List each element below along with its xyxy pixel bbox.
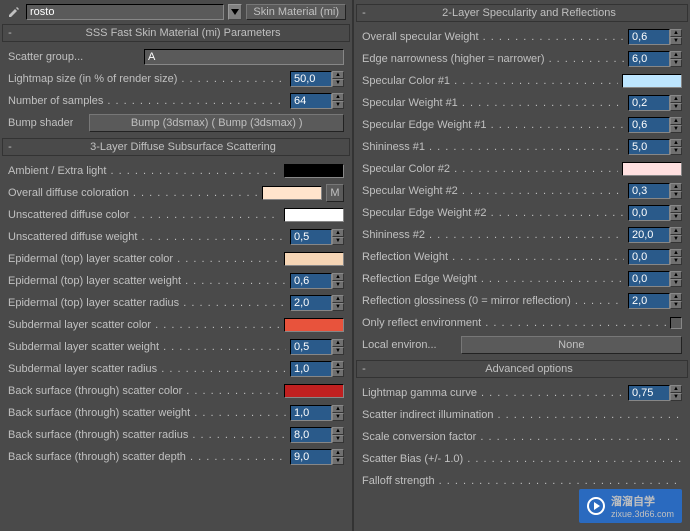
epi-color-swatch[interactable] [284,252,344,266]
watermark: 溜溜自学 zixue.3d66.com [579,489,682,523]
name-dropdown-icon[interactable] [228,4,242,20]
spec-color1-swatch[interactable] [622,74,682,88]
refl-gloss-spinner[interactable]: ▲▼ [628,293,682,309]
bump-shader-label: Bump shader [8,117,73,129]
scatter-group-label: Scatter group... [8,51,140,63]
sub-weight-spinner[interactable]: ▲▼ [290,339,344,355]
sub-radius-spinner[interactable]: ▲▼ [290,361,344,377]
unscattered-weight-spinner[interactable]: ▲▼ [290,229,344,245]
spec-color2-swatch[interactable] [622,162,682,176]
section-2layer[interactable]: - 2-Layer Specularity and Reflections [356,4,688,22]
section-advanced[interactable]: - Advanced options [356,360,688,378]
gamma-spinner[interactable]: ▲▼ [628,385,682,401]
collapse-icon[interactable]: - [357,7,371,19]
eyedropper-icon[interactable] [6,4,22,20]
back-radius-spinner[interactable]: ▲▼ [290,427,344,443]
local-environ-button[interactable]: None [461,336,682,354]
back-weight-spinner[interactable]: ▲▼ [290,405,344,421]
lightmap-size-spinner[interactable]: ▲▼ [290,71,344,87]
sub-color-swatch[interactable] [284,318,344,332]
back-depth-spinner[interactable]: ▲▼ [290,449,344,465]
only-reflect-checkbox[interactable] [670,317,682,329]
collapse-icon[interactable]: - [3,141,17,153]
bump-shader-button[interactable]: Bump (3dsmax) ( Bump (3dsmax) ) [89,114,344,132]
shininess2-spinner[interactable]: ▲▼ [628,227,682,243]
spin-down-icon: ▼ [332,79,344,87]
section-sss-params[interactable]: - SSS Fast Skin Material (mi) Parameters [2,24,350,42]
spec-weight1-spinner[interactable]: ▲▼ [628,95,682,111]
spec-edge1-spinner[interactable]: ▲▼ [628,117,682,133]
material-name-input[interactable] [26,4,224,20]
play-icon [587,497,605,515]
spec-edge2-spinner[interactable]: ▲▼ [628,205,682,221]
ambient-swatch[interactable] [284,164,344,178]
epi-weight-spinner[interactable]: ▲▼ [290,273,344,289]
collapse-icon[interactable]: - [357,363,371,375]
overall-spec-spinner[interactable]: ▲▼ [628,29,682,45]
refl-edge-spinner[interactable]: ▲▼ [628,271,682,287]
overall-diffuse-swatch[interactable] [262,186,322,200]
num-samples-spinner[interactable]: ▲▼ [290,93,344,109]
num-samples-label: Number of samples [8,95,286,107]
unscattered-color-swatch[interactable] [284,208,344,222]
scatter-group-input[interactable] [144,49,344,65]
edge-narrow-spinner[interactable]: ▲▼ [628,51,682,67]
spec-weight2-spinner[interactable]: ▲▼ [628,183,682,199]
lightmap-size-label: Lightmap size (in % of render size) [8,73,286,85]
map-button[interactable]: M [326,184,344,202]
epi-radius-spinner[interactable]: ▲▼ [290,295,344,311]
refl-weight-spinner[interactable]: ▲▼ [628,249,682,265]
spin-up-icon: ▲ [332,71,344,79]
section-3layer[interactable]: - 3-Layer Diffuse Subsurface Scattering [2,138,350,156]
material-type-button[interactable]: Skin Material (mi) [246,4,346,20]
back-color-swatch[interactable] [284,384,344,398]
shininess1-spinner[interactable]: ▲▼ [628,139,682,155]
collapse-icon[interactable]: - [3,27,17,39]
